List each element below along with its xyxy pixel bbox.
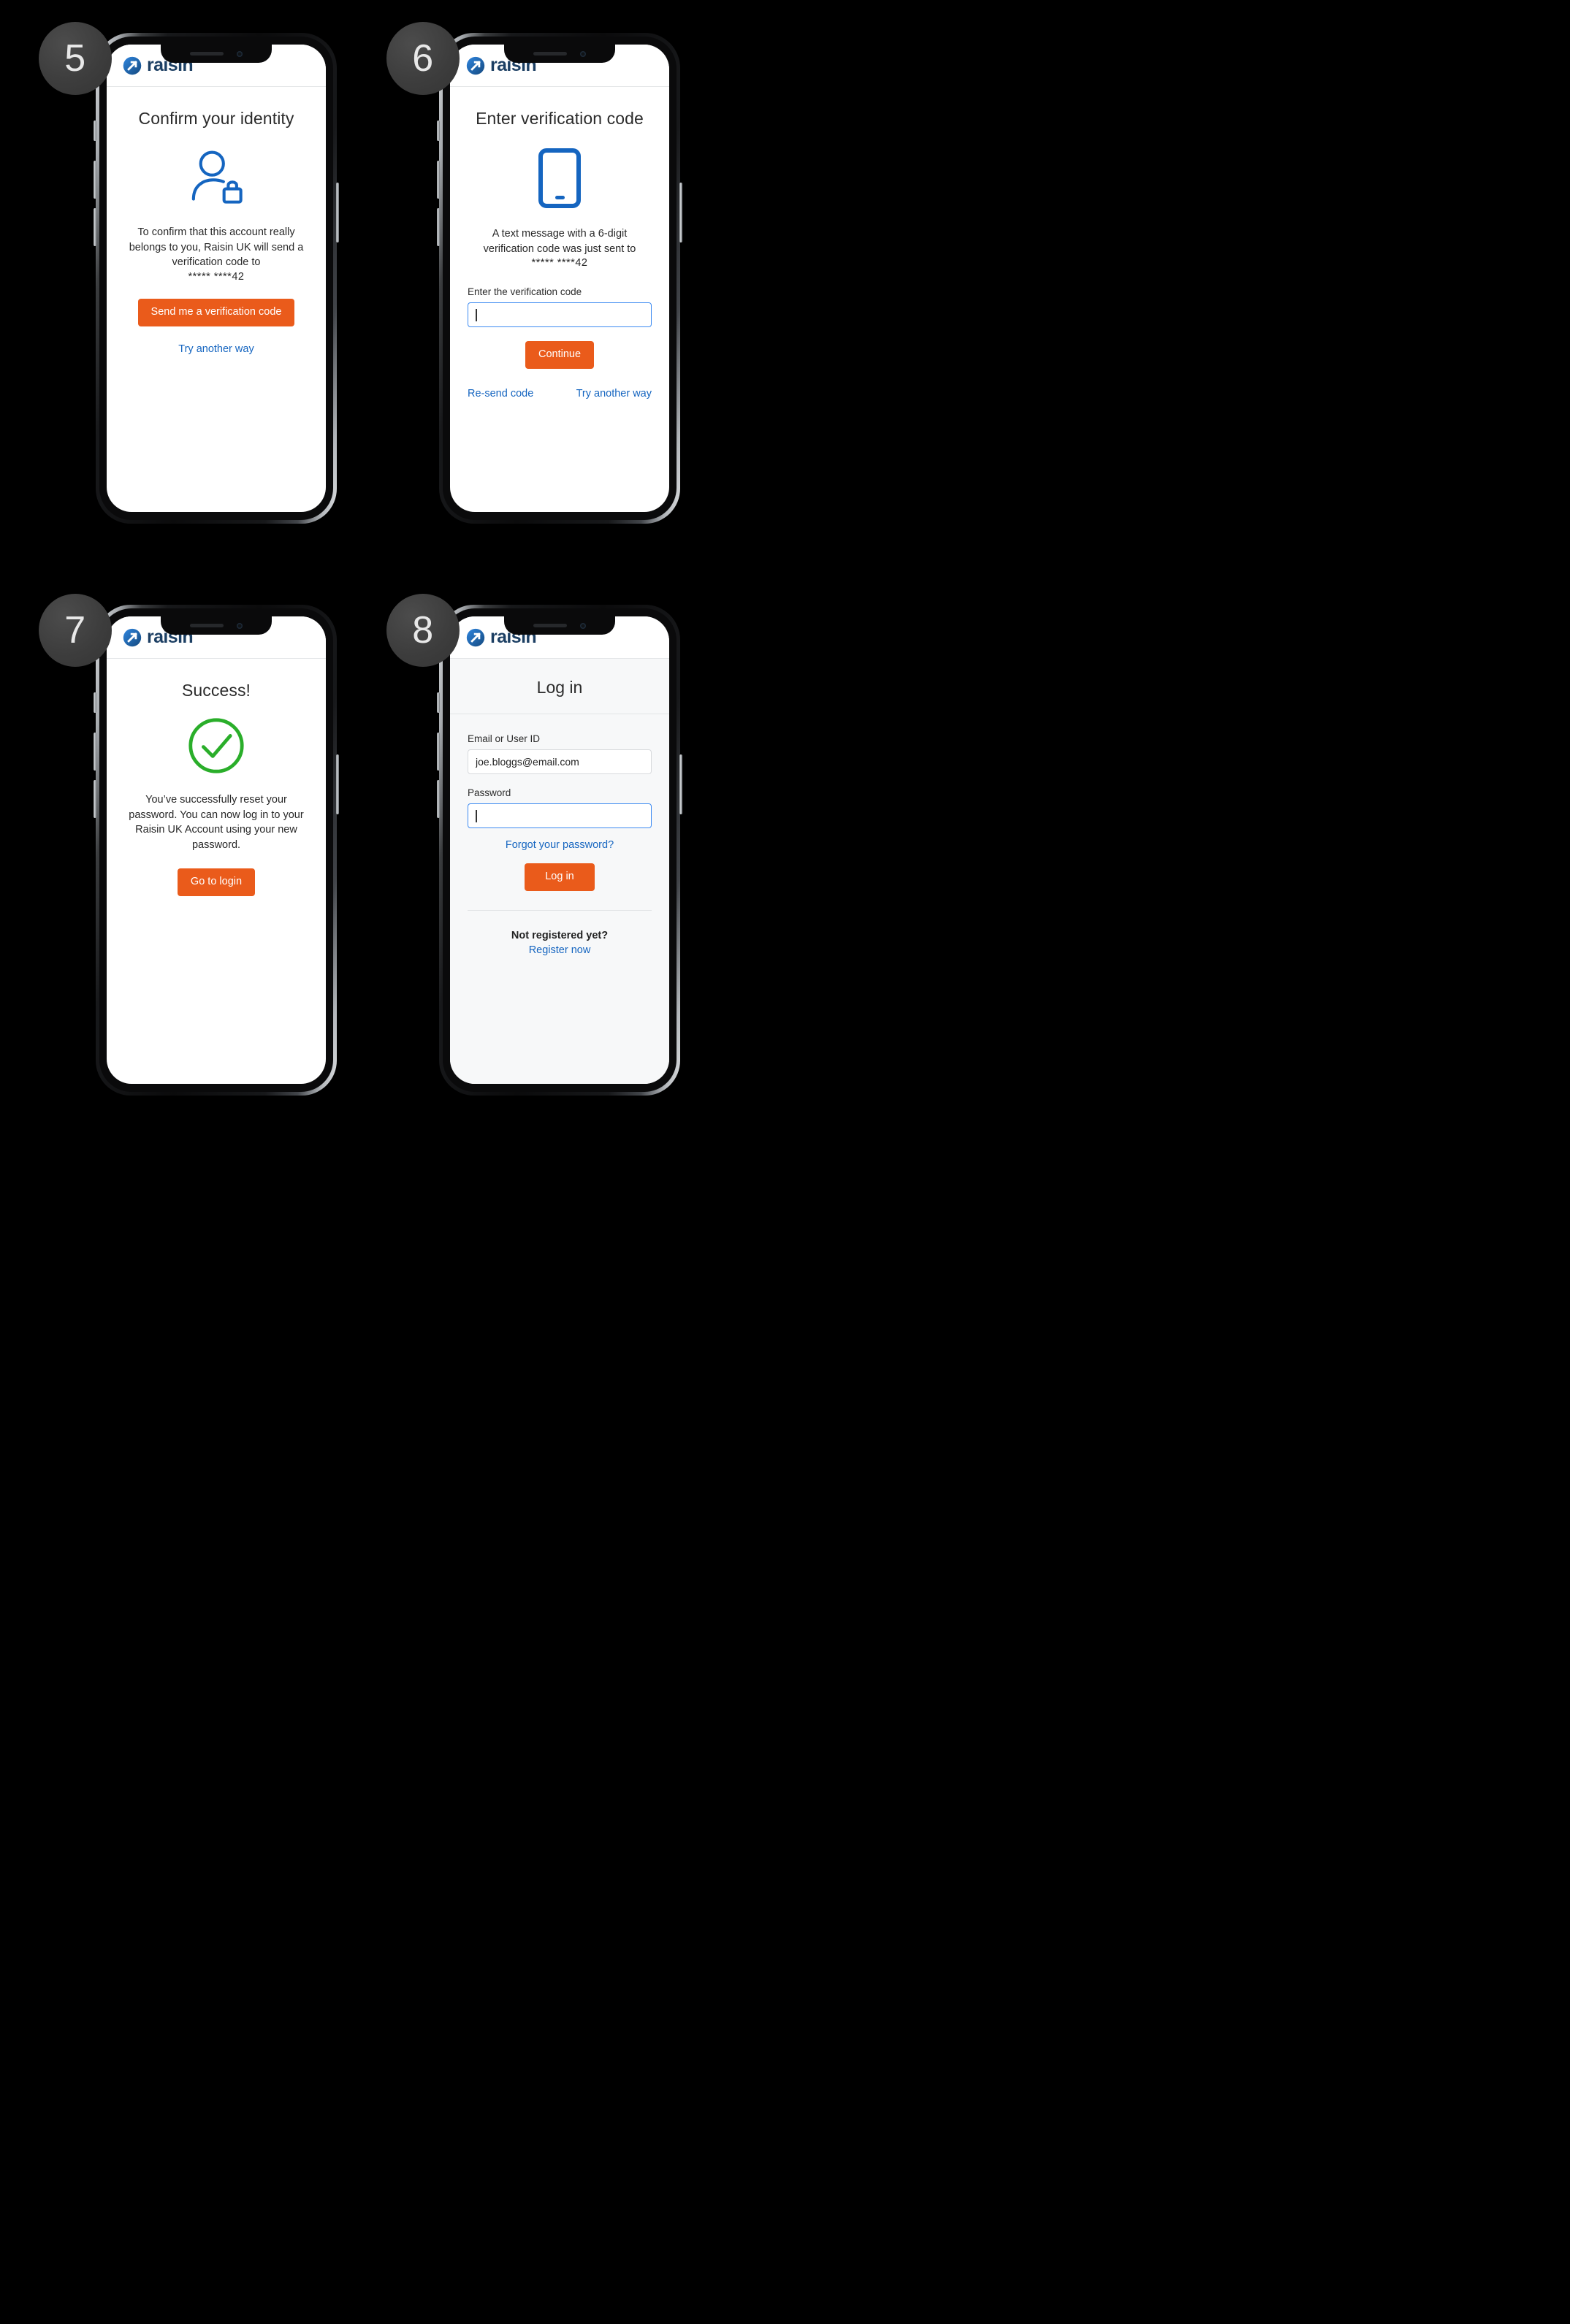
page-title-7: Success! xyxy=(181,681,251,700)
not-registered-title: Not registered yet? xyxy=(511,929,609,941)
power-button-5[interactable] xyxy=(336,183,339,242)
login-page-8: Log in Email or User ID Password Forgot … xyxy=(450,659,669,1084)
send-verification-code-button[interactable]: Send me a verification code xyxy=(137,298,295,326)
go-to-login-button[interactable]: Go to login xyxy=(177,868,256,897)
earpiece-speaker-icon xyxy=(533,52,567,56)
step-badge-8-number: 8 xyxy=(412,609,434,651)
continue-button[interactable]: Continue xyxy=(525,341,595,370)
text-caret-icon xyxy=(476,309,477,322)
volume-up-button-6[interactable] xyxy=(437,161,440,199)
screen-body-7: Success! You’ve successfully reset your … xyxy=(107,681,326,897)
login-title-bar: Log in xyxy=(450,659,669,714)
user-lock-icon xyxy=(191,150,243,204)
step-badge-7: 7 xyxy=(39,594,112,667)
volume-down-button-7[interactable] xyxy=(94,780,96,818)
front-camera-icon xyxy=(580,50,586,57)
front-camera-icon xyxy=(237,50,243,57)
volume-up-button-8[interactable] xyxy=(437,733,440,771)
phone-bezel-6: raisin Enter verification code A text me… xyxy=(443,37,677,520)
check-circle-icon-wrap xyxy=(124,716,308,775)
phone-screen-6: raisin Enter verification code A text me… xyxy=(450,45,669,512)
notch-5 xyxy=(161,45,272,63)
mobile-phone-icon xyxy=(538,148,581,208)
earpiece-speaker-icon xyxy=(533,624,567,627)
front-camera-icon xyxy=(237,622,243,629)
not-registered-section: Not registered yet? Register now xyxy=(468,911,652,957)
notch-6 xyxy=(504,45,615,63)
step-badge-7-number: 7 xyxy=(64,609,86,651)
phone-frame-6: raisin Enter verification code A text me… xyxy=(437,33,682,524)
verification-code-input[interactable] xyxy=(468,302,652,328)
phone-bezel-7: raisin Success! You’ve successfully rese… xyxy=(99,608,333,1092)
check-circle-icon xyxy=(188,718,244,773)
try-another-way-link-6[interactable]: Try another way xyxy=(576,388,652,400)
raisin-arrow-logo-icon xyxy=(466,628,485,646)
verification-code-label: Enter the verification code xyxy=(468,286,582,298)
screen-body-5: Confirm your identity To confirm that th… xyxy=(107,109,326,356)
phone-screen-7: raisin Success! You’ve successfully rese… xyxy=(107,616,326,1084)
try-another-way-link-5[interactable]: Try another way xyxy=(178,343,254,355)
log-in-button[interactable]: Log in xyxy=(525,863,595,891)
notch-8 xyxy=(504,616,615,635)
page-title-5: Confirm your identity xyxy=(138,109,294,128)
register-now-link[interactable]: Register now xyxy=(529,944,591,956)
masked-phone-number-6: ***** ****42 xyxy=(531,257,588,270)
step-badge-8: 8 xyxy=(386,594,460,667)
step-badge-5: 5 xyxy=(39,22,112,95)
re-send-code-link[interactable]: Re-send code xyxy=(468,388,533,400)
forgot-password-link[interactable]: Forgot your password? xyxy=(506,839,614,851)
volume-down-button-5[interactable] xyxy=(94,208,96,246)
front-camera-icon xyxy=(580,622,586,629)
notch-7 xyxy=(161,616,272,635)
verification-code-input-wrap xyxy=(468,302,652,328)
step-badge-6: 6 xyxy=(386,22,460,95)
page-title-6: Enter verification code xyxy=(476,109,644,128)
volume-down-button-8[interactable] xyxy=(437,780,440,818)
password-field-label: Password xyxy=(468,787,511,798)
mute-switch-5[interactable] xyxy=(94,121,96,141)
page-title-8: Log in xyxy=(536,678,583,697)
mute-switch-8[interactable] xyxy=(437,692,440,713)
masked-phone-number-5: ***** ****42 xyxy=(188,270,245,283)
body-paragraph-5: To confirm that this account really belo… xyxy=(129,226,304,269)
phone-frame-8: raisin Log in Email or User ID Password xyxy=(437,605,682,1096)
volume-up-button-5[interactable] xyxy=(94,161,96,199)
phone-bezel-8: raisin Log in Email or User ID Password xyxy=(443,608,677,1092)
login-form: Email or User ID Password Forgot your pa… xyxy=(450,714,669,957)
password-input[interactable] xyxy=(468,803,652,828)
mobile-phone-icon-wrap xyxy=(468,148,652,209)
power-button-8[interactable] xyxy=(679,754,682,814)
power-button-7[interactable] xyxy=(336,754,339,814)
earpiece-speaker-icon xyxy=(190,624,224,627)
mute-switch-7[interactable] xyxy=(94,692,96,713)
raisin-arrow-logo-icon xyxy=(123,628,142,646)
email-field-label: Email or User ID xyxy=(468,733,541,744)
password-input-wrap xyxy=(468,803,652,828)
text-caret-icon xyxy=(476,810,477,822)
phone-frame-5: raisin Confirm your identity To confirm xyxy=(94,33,339,524)
body-paragraph-7: You’ve successfully reset your password.… xyxy=(129,794,304,851)
mute-switch-6[interactable] xyxy=(437,121,440,141)
raisin-arrow-logo-icon xyxy=(123,56,142,74)
screenshot-board: 5 raisin Confirm your identity To confir… xyxy=(0,0,1570,2324)
user-lock-icon-wrap xyxy=(124,148,308,207)
phone-frame-7: raisin Success! You’ve successfully rese… xyxy=(94,605,339,1096)
phone-bezel-5: raisin Confirm your identity To confirm xyxy=(99,37,333,520)
power-button-6[interactable] xyxy=(679,183,682,242)
step-badge-6-number: 6 xyxy=(412,37,434,80)
verification-links-row: Re-send code Try another way xyxy=(468,388,652,400)
raisin-arrow-logo-icon xyxy=(466,56,485,74)
volume-down-button-6[interactable] xyxy=(437,208,440,246)
screen-body-6: Enter verification code A text message w… xyxy=(450,109,669,400)
earpiece-speaker-icon xyxy=(190,52,224,56)
phone-screen-8: raisin Log in Email or User ID Password xyxy=(450,616,669,1084)
volume-up-button-7[interactable] xyxy=(94,733,96,771)
body-paragraph-6: A text message with a 6-digit verificati… xyxy=(483,228,636,255)
email-or-userid-input[interactable] xyxy=(468,749,652,774)
step-badge-5-number: 5 xyxy=(64,37,86,80)
phone-screen-5: raisin Confirm your identity To confirm xyxy=(107,45,326,512)
